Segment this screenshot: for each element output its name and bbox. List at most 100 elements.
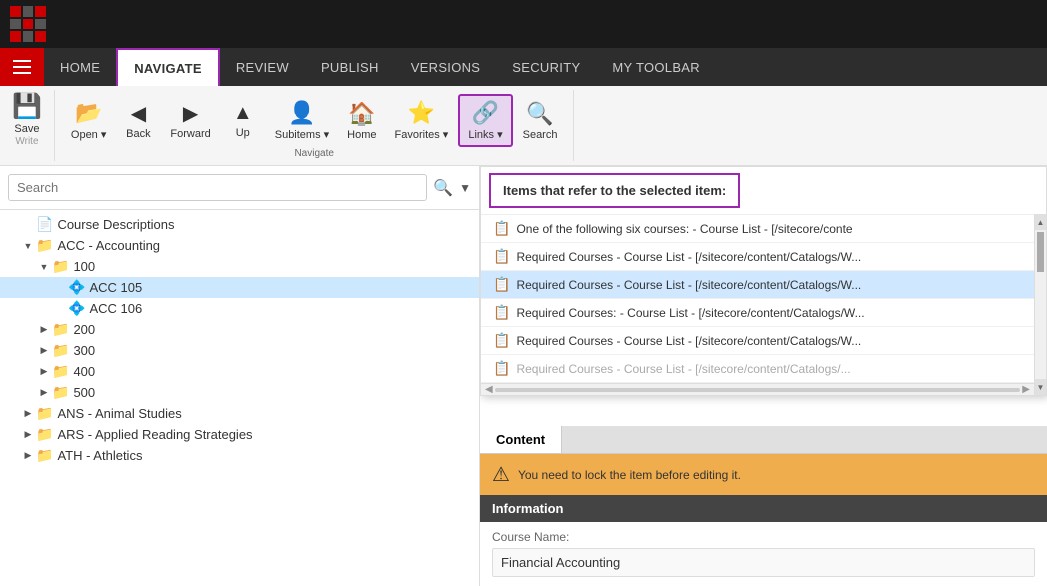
label-300: 300	[73, 343, 95, 358]
link-text-1: One of the following six courses: - Cour…	[516, 222, 852, 236]
link-icon-6: 📋	[493, 360, 510, 377]
ribbon-navigate-section: 📂 Open ▾ ◀ Back ▶ Forward ▲ Up 👤 Subitem…	[55, 90, 575, 161]
open-icon: 📂	[75, 100, 102, 126]
links-popup-title: Items that refer to the selected item:	[489, 173, 740, 208]
icon-300: 📁	[52, 342, 69, 359]
nav-versions[interactable]: VERSIONS	[395, 48, 497, 86]
save-button[interactable]: 💾 Save Write	[0, 90, 55, 161]
link-item-6[interactable]: 📋 Required Courses - Course List - [/sit…	[481, 355, 1034, 383]
warning-banner: ⚠ You need to lock the item before editi…	[480, 454, 1047, 495]
links-button[interactable]: 🔗 Links ▾	[458, 94, 512, 147]
tree-item-100[interactable]: ▼ 📁 100	[0, 256, 479, 277]
up-button[interactable]: ▲ Up	[221, 98, 265, 143]
tree-item-ans[interactable]: ▶ 📁 ANS - Animal Studies	[0, 403, 479, 424]
toggle-acc105	[52, 280, 68, 296]
tree-item-300[interactable]: ▶ 📁 300	[0, 340, 479, 361]
icon-400: 📁	[52, 363, 69, 380]
search-button[interactable]: 🔍	[433, 178, 453, 198]
tree-item-ars[interactable]: ▶ 📁 ARS - Applied Reading Strategies	[0, 424, 479, 445]
tree-item-400[interactable]: ▶ 📁 400	[0, 361, 479, 382]
links-icon: 🔗	[472, 100, 499, 126]
warning-text: You need to lock the item before editing…	[518, 468, 741, 482]
link-icon-5: 📋	[493, 332, 510, 349]
app-logo[interactable]	[10, 6, 46, 42]
label-course-desc: Course Descriptions	[57, 217, 174, 232]
subitems-button[interactable]: 👤 Subitems ▾	[267, 96, 337, 145]
links-popup: Items that refer to the selected item: 📋…	[480, 166, 1047, 396]
icon-100: 📁	[52, 258, 69, 275]
main-area: 🔍 ▼ 📄 Course Descriptions ▼ 📁 ACC - Acco…	[0, 166, 1047, 586]
nav-home[interactable]: HOME	[44, 48, 116, 86]
link-item-2[interactable]: 📋 Required Courses - Course List - [/sit…	[481, 243, 1034, 271]
search-dropdown-arrow[interactable]: ▼	[459, 181, 471, 195]
link-text-3: Required Courses - Course List - [/sitec…	[516, 278, 861, 292]
tree-item-500[interactable]: ▶ 📁 500	[0, 382, 479, 403]
save-icon: 💾	[12, 92, 42, 121]
nav-review[interactable]: REVIEW	[220, 48, 305, 86]
open-button[interactable]: 📂 Open ▾	[63, 96, 115, 145]
tree-item-course-desc[interactable]: 📄 Course Descriptions	[0, 214, 479, 235]
warning-icon: ⚠	[492, 462, 510, 487]
tree-item-200[interactable]: ▶ 📁 200	[0, 319, 479, 340]
toggle-200: ▶	[36, 322, 52, 338]
nav-mytoolbar[interactable]: MY TOOLBAR	[596, 48, 716, 86]
label-ars: ARS - Applied Reading Strategies	[57, 427, 252, 442]
nav-navigate[interactable]: NAVIGATE	[116, 48, 220, 86]
tree-item-acc105[interactable]: 💠 ACC 105	[0, 277, 479, 298]
icon-course-desc: 📄	[36, 216, 53, 233]
home-icon: 🏠	[348, 101, 375, 127]
toggle-ans: ▶	[20, 406, 36, 422]
icon-acc106: 💠	[68, 300, 85, 317]
nav-security[interactable]: SECURITY	[496, 48, 596, 86]
tree-item-acc[interactable]: ▼ 📁 ACC - Accounting	[0, 235, 479, 256]
content-panel: Items that refer to the selected item: 📋…	[480, 166, 1047, 586]
search-ribbon-button[interactable]: 🔍 Search	[515, 97, 566, 145]
forward-button[interactable]: ▶ Forward	[162, 97, 218, 144]
label-100: 100	[73, 259, 95, 274]
tree-item-ath[interactable]: ▶ 📁 ATH - Athletics	[0, 445, 479, 466]
home-ribbon-button[interactable]: 🏠 Home	[339, 97, 384, 145]
sidebar: 🔍 ▼ 📄 Course Descriptions ▼ 📁 ACC - Acco…	[0, 166, 480, 586]
course-name-label: Course Name:	[492, 530, 1035, 544]
back-button[interactable]: ◀ Back	[116, 97, 160, 144]
link-item-4[interactable]: 📋 Required Courses: - Course List - [/si…	[481, 299, 1034, 327]
icon-200: 📁	[52, 321, 69, 338]
toggle-400: ▶	[36, 364, 52, 380]
link-item-1[interactable]: 📋 One of the following six courses: - Co…	[481, 215, 1034, 243]
toggle-acc106	[52, 301, 68, 317]
tree-area: 📄 Course Descriptions ▼ 📁 ACC - Accounti…	[0, 210, 479, 586]
favorites-button[interactable]: ⭐ Favorites ▾	[387, 96, 457, 145]
up-icon: ▲	[233, 102, 253, 125]
search-ribbon-icon: 🔍	[526, 101, 553, 127]
toggle-500: ▶	[36, 385, 52, 401]
label-ans: ANS - Animal Studies	[57, 406, 181, 421]
link-item-3[interactable]: 📋 Required Courses - Course List - [/sit…	[481, 271, 1034, 299]
toggle-acc: ▼	[20, 238, 36, 254]
back-icon: ◀	[131, 101, 146, 126]
scroll-down-btn[interactable]: ▼	[1035, 379, 1046, 395]
forward-icon: ▶	[183, 101, 198, 126]
icon-ath: 📁	[36, 447, 53, 464]
nav-publish[interactable]: PUBLISH	[305, 48, 395, 86]
write-section-label: Write	[15, 136, 38, 147]
icon-acc: 📁	[36, 237, 53, 254]
subitems-icon: 👤	[288, 100, 315, 126]
link-item-5[interactable]: 📋 Required Courses - Course List - [/sit…	[481, 327, 1034, 355]
toggle-course-desc	[20, 217, 36, 233]
tree-item-acc106[interactable]: 💠 ACC 106	[0, 298, 479, 319]
info-form: Course Name: Financial Accounting	[480, 522, 1047, 585]
search-bar: 🔍 ▼	[0, 166, 479, 210]
search-input[interactable]	[8, 174, 427, 201]
scroll-thumb[interactable]	[1037, 232, 1044, 272]
scroll-up-btn[interactable]: ▲	[1035, 214, 1046, 230]
label-400: 400	[73, 364, 95, 379]
tab-content[interactable]: Content	[480, 426, 562, 453]
ribbon: 💾 Save Write 📂 Open ▾ ◀ Back ▶ Forward ▲	[0, 86, 1047, 166]
link-text-5: Required Courses - Course List - [/sitec…	[516, 334, 861, 348]
hamburger-menu[interactable]	[0, 48, 44, 86]
popup-vscrollbar[interactable]: ▲ ▼	[1034, 214, 1046, 395]
info-section-header: Information	[480, 495, 1047, 522]
popup-hscrollbar[interactable]: ◀▶	[481, 383, 1034, 395]
nav-bar: HOME NAVIGATE REVIEW PUBLISH VERSIONS SE…	[0, 48, 1047, 86]
content-tabs: Content	[480, 426, 1047, 454]
